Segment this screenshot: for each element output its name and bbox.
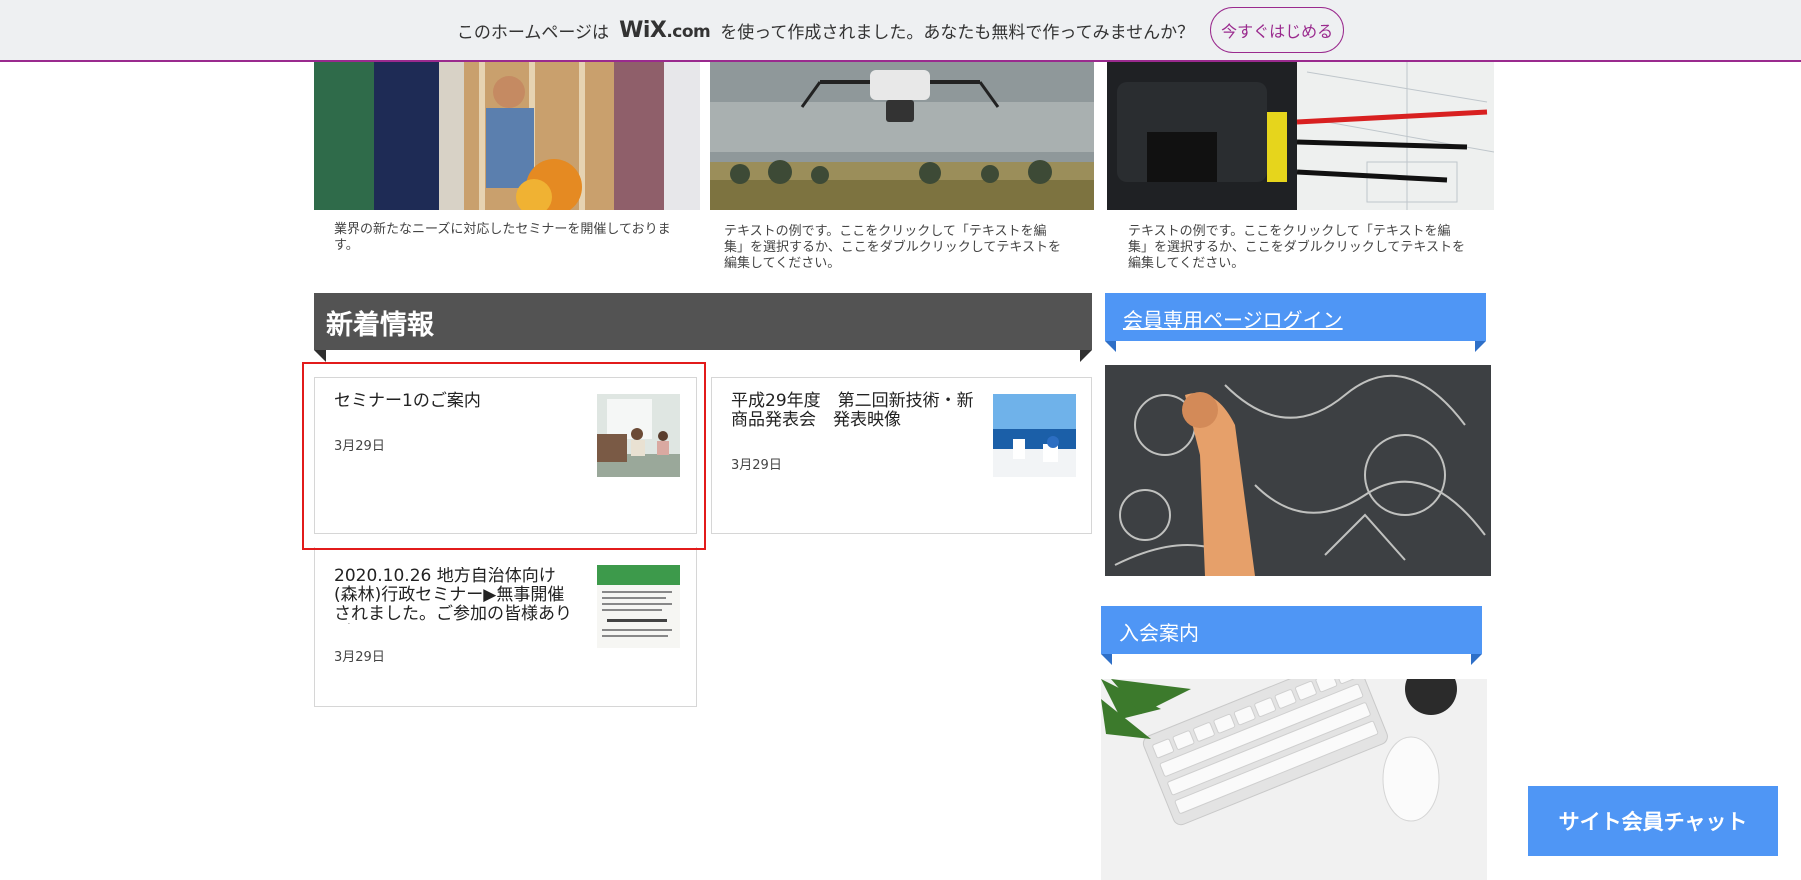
ribbon-fold-right — [1471, 654, 1482, 665]
post-thumbnail[interactable] — [597, 565, 680, 648]
news-post-card[interactable]: 2020.10.26 地方自治体向け(森林)行政セミナー▶無事開催されました。ご… — [314, 547, 697, 707]
header-fold-left — [314, 350, 326, 362]
post-date: 3月29日 — [731, 458, 782, 473]
news-section-header: 新着情報 — [314, 293, 1092, 350]
member-login-link[interactable]: 会員専用ページログイン — [1123, 304, 1343, 333]
header-fold-right — [1080, 350, 1092, 362]
start-now-button[interactable]: 今すぐはじめる — [1210, 7, 1345, 53]
post-thumbnail[interactable] — [993, 394, 1076, 477]
ribbon-fold-left — [1101, 654, 1112, 665]
post-title[interactable]: 平成29年度 第二回新技術・新商品発表会 発表映像 — [731, 392, 976, 430]
member-login-ribbon[interactable]: 会員専用ページログイン — [1105, 293, 1486, 341]
banner-prefix: このホームページは — [456, 22, 610, 43]
wix-logo: WiX.com — [619, 17, 711, 43]
news-heading: 新着情報 — [326, 310, 434, 341]
feature-caption-2: テキストの例です。ここをクリックして「テキストを編集」を選択するか、ここをダブル… — [724, 224, 1061, 271]
join-info-ribbon[interactable]: 入会案内 — [1101, 606, 1482, 654]
ribbon-fold-left — [1105, 341, 1116, 352]
post-title[interactable]: 2020.10.26 地方自治体向け(森林)行政セミナー▶無事開催されました。ご… — [334, 567, 579, 624]
wix-promo-banner: このホームページは WiX.com を使って作成されました。あなたも無料で作って… — [0, 0, 1801, 62]
banner-suffix: を使って作成されました。あなたも無料で作ってみませんか？ — [720, 22, 1195, 43]
selection-highlight — [302, 362, 706, 550]
keyboard-desk-image — [1101, 679, 1487, 880]
join-info-label[interactable]: 入会案内 — [1119, 617, 1199, 646]
feature-image-drone[interactable] — [710, 62, 1094, 210]
chalkboard-image — [1105, 365, 1491, 576]
ribbon-fold-right — [1475, 341, 1486, 352]
news-post-card[interactable]: 平成29年度 第二回新技術・新商品発表会 発表映像 3月29日 — [711, 377, 1092, 534]
feature-caption-1: 業界の新たなニーズに対応したセミナーを開催しております。 — [334, 222, 671, 253]
post-date: 3月29日 — [334, 650, 385, 665]
feature-image-tester[interactable] — [1107, 62, 1494, 210]
site-member-chat-button[interactable]: サイト会員チャット — [1528, 786, 1778, 856]
feature-image-seminar[interactable] — [314, 62, 700, 210]
feature-caption-3: テキストの例です。ここをクリックして「テキストを編集」を選択するか、ここをダブル… — [1128, 224, 1465, 271]
